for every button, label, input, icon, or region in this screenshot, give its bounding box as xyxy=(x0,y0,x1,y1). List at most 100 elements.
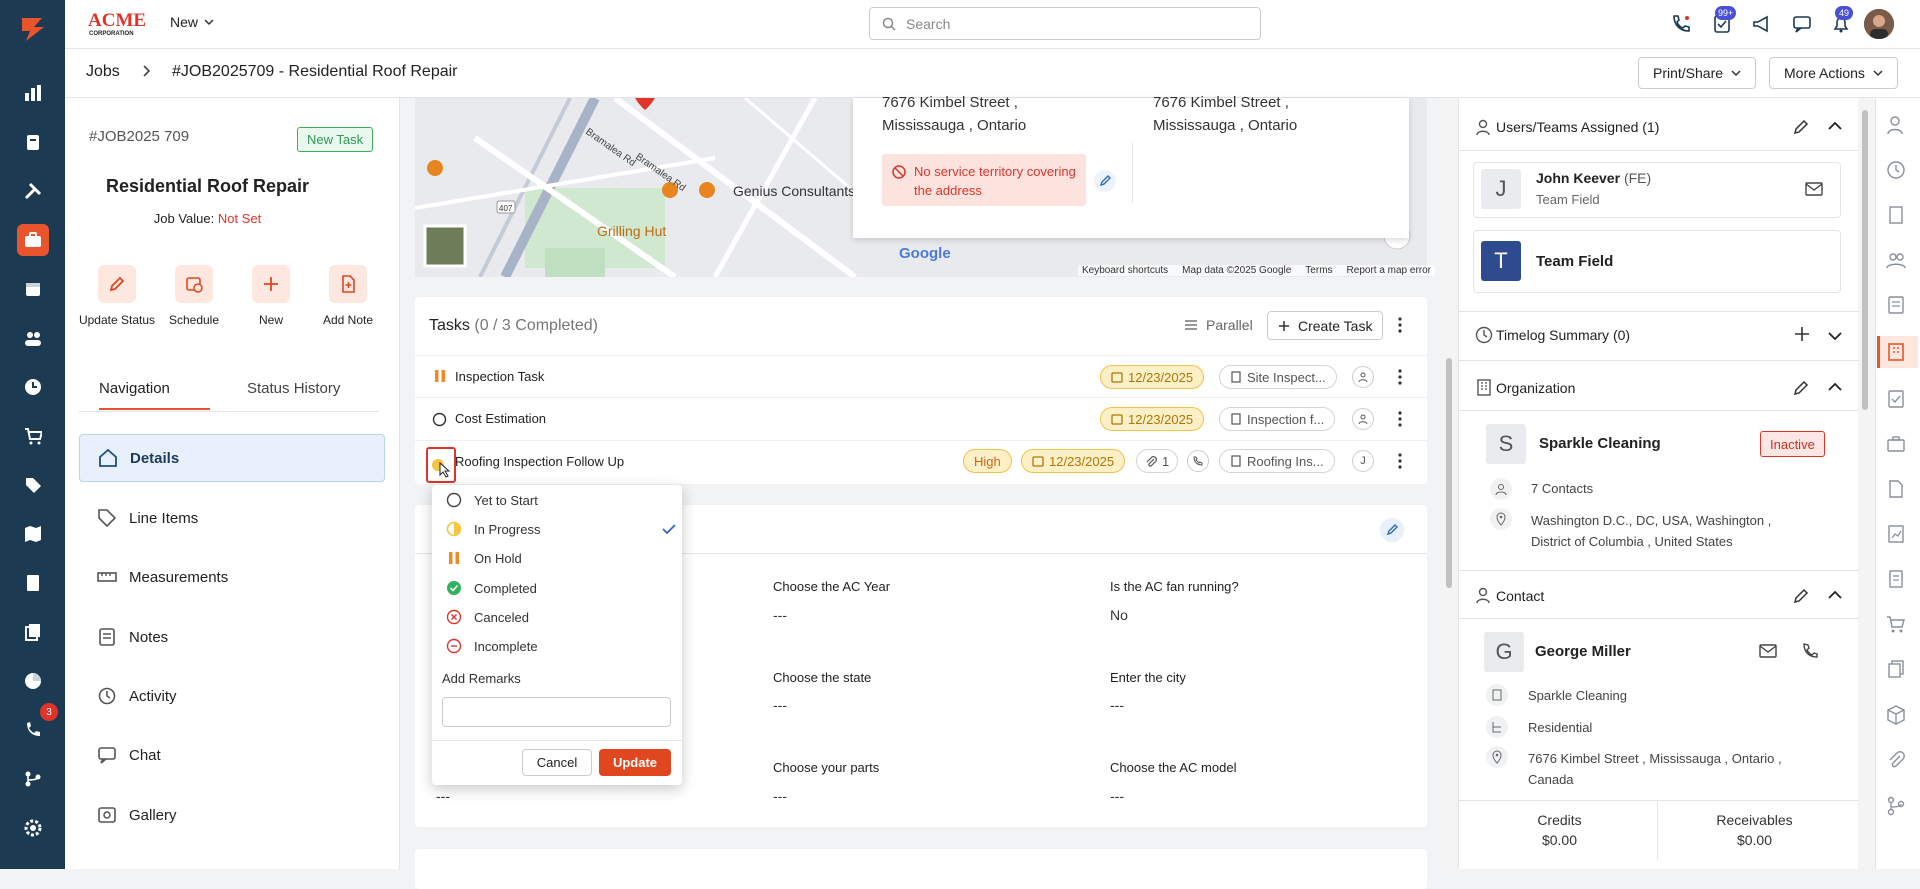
nav-item-gallery[interactable]: Gallery xyxy=(79,791,385,839)
workflow-icon[interactable] xyxy=(17,763,49,795)
edit-organization-icon[interactable] xyxy=(1793,380,1809,396)
task-status-button[interactable] xyxy=(426,447,456,483)
status-option-yet-to-start[interactable]: Yet to Start xyxy=(446,488,676,512)
scrollbar-thumb[interactable] xyxy=(1446,358,1452,588)
task-date[interactable]: 12/23/2025 xyxy=(1021,449,1126,473)
nav-item-chat[interactable]: Chat xyxy=(79,731,385,779)
add-timelog-icon[interactable] xyxy=(1794,326,1810,342)
scrollbar-thumb[interactable] xyxy=(1862,110,1868,410)
organization-name[interactable]: Sparkle Cleaning xyxy=(1539,435,1661,452)
add-note-button[interactable]: Add Note xyxy=(308,265,388,327)
phone-icon[interactable] xyxy=(1669,12,1693,36)
workflow-icon[interactable] xyxy=(1885,795,1907,817)
task-menu-icon[interactable] xyxy=(1393,452,1407,470)
nav-item-measurements[interactable]: Measurements xyxy=(79,553,385,601)
assign-user-icon[interactable] xyxy=(1352,408,1374,430)
on-hold-status-icon[interactable] xyxy=(434,369,446,383)
new-button[interactable]: New xyxy=(231,265,311,327)
company-logo[interactable]: ACME CORPORATION xyxy=(87,9,151,37)
user-avatar[interactable] xyxy=(1864,9,1894,39)
jobs-briefcase-icon[interactable] xyxy=(17,224,49,256)
cart-icon[interactable] xyxy=(1885,613,1907,635)
email-icon[interactable] xyxy=(1759,644,1777,658)
assignee-avatar[interactable]: J xyxy=(1352,450,1374,472)
chevron-up-icon[interactable] xyxy=(1828,590,1842,600)
main-scrollbar[interactable] xyxy=(1443,98,1455,869)
task-date[interactable]: 12/23/2025 xyxy=(1100,365,1205,389)
chevron-up-icon[interactable] xyxy=(1828,121,1842,131)
copy-icon[interactable] xyxy=(1885,658,1907,680)
map-shortcuts-link[interactable]: Keyboard shortcuts xyxy=(1082,265,1168,276)
edit-users-icon[interactable] xyxy=(1793,119,1809,135)
clock-icon[interactable] xyxy=(17,371,49,403)
clipboard-icon[interactable] xyxy=(17,126,49,158)
update-status-button[interactable]: Update Status xyxy=(77,265,157,327)
parallel-toggle[interactable]: Parallel xyxy=(1184,317,1253,333)
chat-icon[interactable] xyxy=(1790,12,1814,36)
task-name[interactable]: Inspection Task xyxy=(455,369,544,384)
settings-gear-icon[interactable] xyxy=(17,812,49,844)
nav-item-notes[interactable]: Notes xyxy=(79,613,385,661)
edit-fields-button[interactable] xyxy=(1380,518,1404,542)
invoice-icon[interactable] xyxy=(17,567,49,599)
update-button[interactable]: Update xyxy=(599,749,671,776)
new-menu[interactable]: New xyxy=(170,14,214,30)
map-report-link[interactable]: Report a map error xyxy=(1347,265,1431,276)
briefcase-icon[interactable] xyxy=(1885,433,1907,455)
user-assign-icon[interactable] xyxy=(1885,114,1907,136)
more-actions-button[interactable]: More Actions xyxy=(1769,57,1898,89)
clock-icon[interactable] xyxy=(1885,159,1907,181)
map-terms-link[interactable]: Terms xyxy=(1305,265,1332,276)
dashboard-icon[interactable] xyxy=(17,77,49,109)
breadcrumb-jobs-link[interactable]: Jobs xyxy=(86,63,120,81)
status-option-canceled[interactable]: Canceled xyxy=(446,605,676,629)
task-menu-icon[interactable] xyxy=(1393,368,1407,386)
task-name[interactable]: Roofing Inspection Follow Up xyxy=(455,454,624,469)
tab-status-history[interactable]: Status History xyxy=(247,380,340,397)
reports-pie-icon[interactable] xyxy=(17,665,49,697)
task-name[interactable]: Cost Estimation xyxy=(455,411,546,426)
invoice-icon[interactable] xyxy=(1885,568,1907,590)
paperclip-icon[interactable] xyxy=(1885,750,1907,772)
package-icon[interactable] xyxy=(1885,704,1907,726)
chevron-down-icon[interactable] xyxy=(1828,331,1842,341)
nav-item-activity[interactable]: Activity xyxy=(79,672,385,720)
calendar-icon[interactable] xyxy=(17,273,49,305)
task-form[interactable]: Site Inspect... xyxy=(1219,365,1337,389)
people-icon[interactable] xyxy=(1885,249,1907,271)
edit-contact-icon[interactable] xyxy=(1793,588,1809,604)
status-option-in-progress[interactable]: In Progress xyxy=(446,517,676,541)
status-option-on-hold[interactable]: On Hold xyxy=(446,546,676,570)
attachments-pill[interactable]: 1 xyxy=(1136,449,1179,473)
print-share-button[interactable]: Print/Share xyxy=(1638,57,1757,89)
organization-strip-icon[interactable] xyxy=(1885,341,1907,363)
chart-doc-icon[interactable] xyxy=(1885,523,1907,545)
assign-user-icon[interactable] xyxy=(1352,366,1374,388)
task-form[interactable]: Roofing Ins... xyxy=(1219,449,1335,473)
nav-item-line-items[interactable]: Line Items xyxy=(79,494,385,542)
building-icon[interactable] xyxy=(1885,204,1907,226)
email-icon[interactable] xyxy=(1805,182,1823,196)
chevron-up-icon[interactable] xyxy=(1828,382,1842,392)
task-menu-icon[interactable] xyxy=(1393,410,1407,428)
side-panel-scrollbar[interactable] xyxy=(1858,98,1872,869)
remarks-input[interactable] xyxy=(442,697,671,727)
search-input[interactable]: Search xyxy=(869,7,1261,40)
people-icon[interactable] xyxy=(17,322,49,354)
assigned-user-card[interactable] xyxy=(1473,162,1841,218)
status-option-incomplete[interactable]: Incomplete xyxy=(446,634,676,658)
task-form[interactable]: Inspection f... xyxy=(1219,407,1336,431)
tag-icon[interactable] xyxy=(17,469,49,501)
create-task-button[interactable]: Create Task xyxy=(1267,311,1384,340)
checklist-icon[interactable] xyxy=(1885,388,1907,410)
ledger-icon[interactable] xyxy=(1885,294,1907,316)
tab-navigation[interactable]: Navigation xyxy=(99,380,170,397)
yet-to-start-status-icon[interactable] xyxy=(432,412,447,427)
phone-icon[interactable] xyxy=(1802,643,1818,659)
cancel-button[interactable]: Cancel xyxy=(522,749,592,776)
organization-contacts[interactable]: 7 Contacts xyxy=(1531,481,1593,496)
call-icon[interactable] xyxy=(1187,450,1209,472)
tools-icon[interactable] xyxy=(17,175,49,207)
cart-icon[interactable] xyxy=(17,420,49,452)
edit-address-button[interactable] xyxy=(1094,170,1116,192)
